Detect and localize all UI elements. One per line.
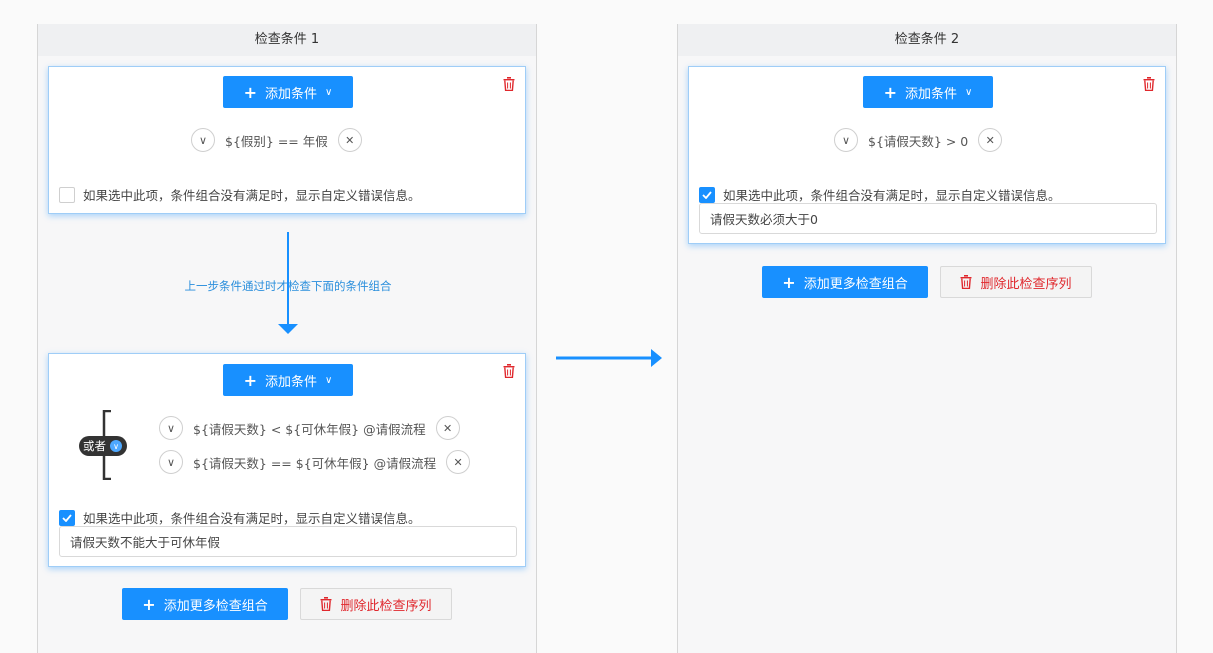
trash-icon[interactable]: [503, 77, 515, 91]
chevron-down-icon: ∨: [965, 86, 973, 98]
expand-condition-button[interactable]: ∨: [159, 450, 183, 474]
condition-expression: ${请假天数} > 0: [868, 133, 969, 149]
check-condition-column-1: 检查条件 1 + 添加条件 ∨ ∨ ${假别} == 年假 ✕ 如果选中此项，条…: [37, 24, 537, 653]
checkbox-label: 如果选中此项，条件组合没有满足时，显示自定义错误信息。: [83, 511, 421, 526]
chevron-down-icon: ∨: [325, 86, 333, 98]
column-title: 检查条件 2: [678, 24, 1176, 56]
plus-icon: +: [782, 272, 796, 292]
condition-expression: ${假别} == 年假: [225, 133, 328, 149]
delete-sequence-button[interactable]: 删除此检查序列: [300, 588, 452, 620]
expand-condition-button[interactable]: ∨: [834, 128, 858, 152]
error-message-input[interactable]: [59, 526, 517, 557]
trash-icon[interactable]: [1143, 77, 1155, 91]
plus-icon: +: [142, 594, 156, 614]
condition-row: ∨ ${请假天数} < ${可休年假} @请假流程 ✕: [159, 416, 460, 440]
condition-group-2: + 添加条件 ∨ 或者 ∨ ∨ ${请假天数} < ${可休年假} @请假流程 …: [48, 353, 526, 567]
operator-dropdown[interactable]: 或者 ∨: [79, 436, 127, 456]
check-icon: [702, 190, 712, 199]
arrow-right-icon: [556, 349, 662, 367]
custom-error-checkbox-row[interactable]: 如果选中此项，条件组合没有满足时，显示自定义错误信息。: [59, 185, 421, 204]
condition-expression: ${请假天数} < ${可休年假} @请假流程: [193, 421, 426, 437]
remove-condition-button[interactable]: ✕: [978, 128, 1003, 152]
checkbox-label: 如果选中此项，条件组合没有满足时，显示自定义错误信息。: [83, 188, 421, 203]
custom-error-checkbox[interactable]: [699, 186, 715, 203]
trash-icon: [960, 275, 972, 289]
remove-condition-button[interactable]: ✕: [337, 128, 362, 152]
add-check-group-button[interactable]: + 添加更多检查组合: [762, 266, 928, 298]
trash-icon[interactable]: [503, 364, 515, 378]
check-condition-column-2: 检查条件 2 + 添加条件 ∨ ∨ ${请假天数} > 0 ✕ 如果选中此项，条…: [677, 24, 1177, 653]
custom-error-checkbox-row[interactable]: 如果选中此项，条件组合没有满足时，显示自定义错误信息。: [699, 185, 1061, 204]
condition-expression: ${请假天数} == ${可休年假} @请假流程: [193, 455, 437, 471]
remove-condition-button[interactable]: ✕: [435, 416, 460, 440]
condition-row: ∨ ${假别} == 年假 ✕: [191, 128, 362, 152]
condition-group-1: + 添加条件 ∨ ∨ ${请假天数} > 0 ✕ 如果选中此项，条件组合没有满足…: [688, 66, 1166, 244]
expand-condition-button[interactable]: ∨: [159, 416, 183, 440]
add-condition-button[interactable]: + 添加条件 ∨: [223, 364, 353, 396]
custom-error-checkbox[interactable]: [59, 186, 75, 203]
trash-icon: [320, 597, 332, 611]
column-title: 检查条件 1: [38, 24, 536, 56]
condition-group-1: + 添加条件 ∨ ∨ ${假别} == 年假 ✕ 如果选中此项，条件组合没有满足…: [48, 66, 526, 214]
plus-icon: +: [243, 82, 258, 102]
error-message-input[interactable]: [699, 203, 1157, 234]
condition-row: ∨ ${请假天数} == ${可休年假} @请假流程 ✕: [159, 450, 471, 474]
add-condition-button[interactable]: + 添加条件 ∨: [863, 76, 993, 108]
custom-error-checkbox-row[interactable]: 如果选中此项，条件组合没有满足时，显示自定义错误信息。: [59, 508, 421, 527]
add-check-group-button[interactable]: + 添加更多检查组合: [122, 588, 288, 620]
custom-error-checkbox[interactable]: [59, 509, 75, 526]
check-icon: [62, 513, 72, 522]
chevron-down-icon: ∨: [325, 374, 333, 386]
chevron-down-icon: ∨: [110, 440, 122, 452]
remove-condition-button[interactable]: ✕: [446, 450, 471, 474]
add-condition-button[interactable]: + 添加条件 ∨: [223, 76, 353, 108]
expand-condition-button[interactable]: ∨: [191, 128, 215, 152]
plus-icon: +: [883, 82, 898, 102]
checkbox-label: 如果选中此项，条件组合没有满足时，显示自定义错误信息。: [723, 188, 1061, 203]
connector-label: 上一步条件通过时才检查下面的条件组合: [184, 279, 392, 293]
condition-row: ∨ ${请假天数} > 0 ✕: [834, 128, 1003, 152]
delete-sequence-button[interactable]: 删除此检查序列: [940, 266, 1092, 298]
plus-icon: +: [243, 370, 258, 390]
